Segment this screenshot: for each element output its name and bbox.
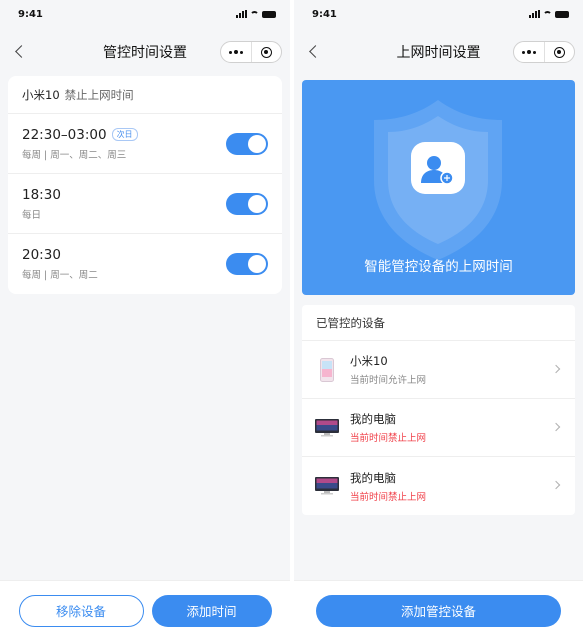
device-status: 当前时间禁止上网 [350,491,427,503]
device-name: 我的电脑 [350,470,396,485]
phone-icon [314,357,340,382]
wifi-icon [250,10,259,18]
hero-banner: 智能管控设备的上网时间 [302,80,575,295]
managed-devices-card: 已管控的设备 小米10 当前时间允许上网 我的电脑 当前时间禁止上网 我的电脑 … [302,305,575,515]
screen-time-schedule: 9:41 管控时间设置 小米10 禁止上网时间 22:30–03:00 次日 每周… [0,0,290,640]
schedule-repeat: 每周 | 周一、周二、周三 [22,149,127,161]
status-time: 9:41 [18,8,43,20]
status-time: 9:41 [312,8,337,20]
device-status: 当前时间禁止上网 [350,433,427,444]
nav-bar: 上网时间设置 [294,28,583,76]
more-icon [228,50,243,54]
nav-bar: 管控时间设置 [0,28,290,76]
schedule-row[interactable]: 20:30 每周 | 周一、周二 [8,234,282,294]
status-bar: 9:41 [0,0,290,28]
device-name: 小米10 [22,87,60,102]
card-label: 禁止上网时间 [64,87,134,102]
card-header: 小米10 禁止上网时间 [8,76,282,114]
close-mini-program-button[interactable] [545,42,575,62]
schedule-time: 20:30 [22,247,61,263]
device-name: 我的电脑 [350,412,396,426]
bottom-action-bar: 添加管控设备 [294,580,583,640]
chevron-right-icon [551,364,561,374]
schedule-repeat: 每周 | 周一、周二 [22,270,98,281]
monitor-icon [314,418,340,437]
screen-internet-time: 9:41 上网时间设置 智能管控设备的上网时间 已管控的设备 小米10 当前时间… [294,0,583,640]
device-status: 当前时间允许上网 [350,375,427,386]
status-bar: 9:41 [294,0,583,28]
back-button[interactable] [8,40,30,62]
mini-program-capsule [513,41,575,63]
signal-icon [529,10,540,18]
back-button[interactable] [302,40,324,62]
hero-text: 智能管控设备的上网时间 [364,259,513,275]
more-button[interactable] [514,42,545,62]
chevron-right-icon [551,422,561,432]
wifi-icon [543,10,552,18]
schedule-repeat: 每日 [22,209,42,221]
chevron-left-icon [14,44,28,58]
schedule-toggle[interactable] [226,192,268,215]
add-managed-device-button[interactable]: 添加管控设备 [316,594,561,627]
page-title: 上网时间设置 [396,45,481,61]
device-row[interactable]: 我的电脑 当前时间禁止上网 [302,457,575,515]
monitor-icon [314,477,340,495]
status-icons [529,10,569,18]
next-day-badge: 次日 [111,128,138,141]
status-icons [236,10,276,18]
schedule-row[interactable]: 22:30–03:00 次日 每周 | 周一、周二、周三 [8,114,282,174]
schedule-time: 18:30 [22,186,61,203]
device-name: 小米10 [350,354,388,368]
remove-device-button[interactable]: 移除设备 [18,594,144,627]
more-icon [521,50,536,54]
schedule-card: 小米10 禁止上网时间 22:30–03:00 次日 每周 | 周一、周二、周三 … [8,76,282,294]
target-icon [553,46,565,58]
schedule-toggle[interactable] [226,132,268,155]
schedule-toggle[interactable] [226,253,268,275]
add-time-button[interactable]: 添加时间 [151,594,272,627]
chevron-right-icon [551,480,561,490]
close-mini-program-button[interactable] [252,42,282,62]
battery-icon [262,10,276,18]
mini-program-capsule [220,41,282,63]
devices-header: 已管控的设备 [302,305,575,341]
device-row[interactable]: 我的电脑 当前时间禁止上网 [302,399,575,457]
bottom-action-bar: 移除设备 添加时间 [0,580,290,640]
more-button[interactable] [221,42,252,62]
page-title: 管控时间设置 [103,45,187,61]
chevron-left-icon [308,44,322,58]
schedule-time: 22:30–03:00 [22,126,107,143]
battery-icon [555,10,569,18]
schedule-row[interactable]: 18:30 每日 [8,174,282,234]
signal-icon [236,10,247,18]
device-row[interactable]: 小米10 当前时间允许上网 [302,341,575,399]
target-icon [260,46,272,58]
